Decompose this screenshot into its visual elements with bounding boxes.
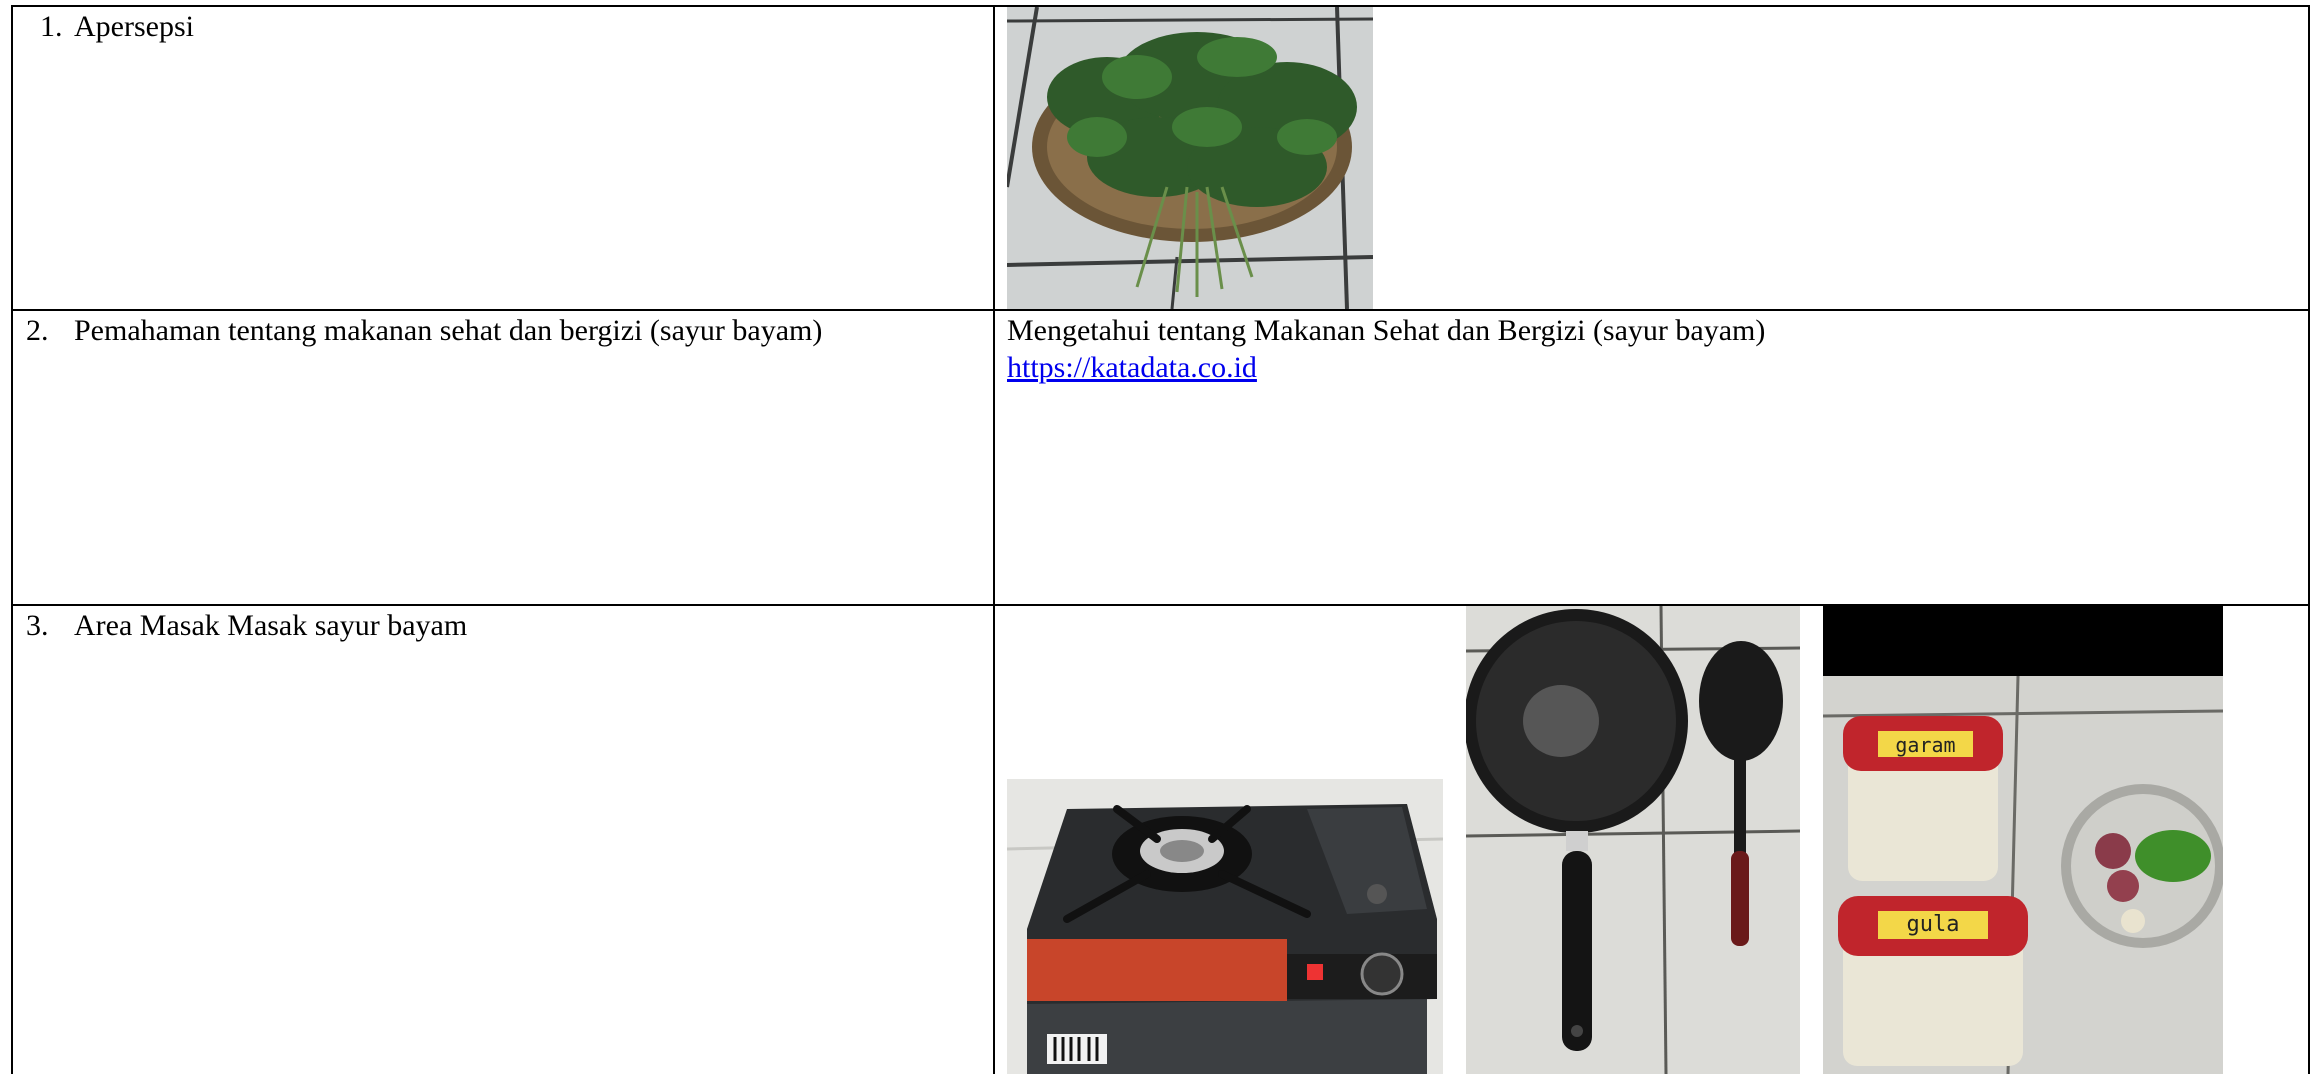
jar-label-gula: gula [1906,912,1960,937]
row-3-label: Area Masak Masak sayur bayam [74,609,468,642]
row-1-label: Apersepsi [74,10,194,43]
table-border-right [2308,5,2310,1074]
row-2-link-wrapper: https://katadata.co.id [1007,349,1257,387]
row-2-content-text: Mengetahui tentang Makanan Sehat dan Ber… [1007,314,1766,347]
row-2-number: 2. [26,314,49,347]
frying-pan-photo [1466,606,1800,1074]
jar-label-garam: garam [1895,733,1956,757]
table-row-divider-1 [11,309,2310,311]
katadata-link[interactable]: https://katadata.co.id [1007,351,1257,384]
seasoning-jars-photo [1823,606,2223,1074]
gas-stove-photo [1007,779,1443,1074]
spinach-photo [1007,7,1373,309]
row-1-number: 1. [40,10,63,43]
table-border-left [11,5,13,1074]
table-column-divider [993,5,995,1074]
row-3-number: 3. [26,609,49,642]
row-2-label: Pemahaman tentang makanan sehat dan berg… [74,314,823,347]
